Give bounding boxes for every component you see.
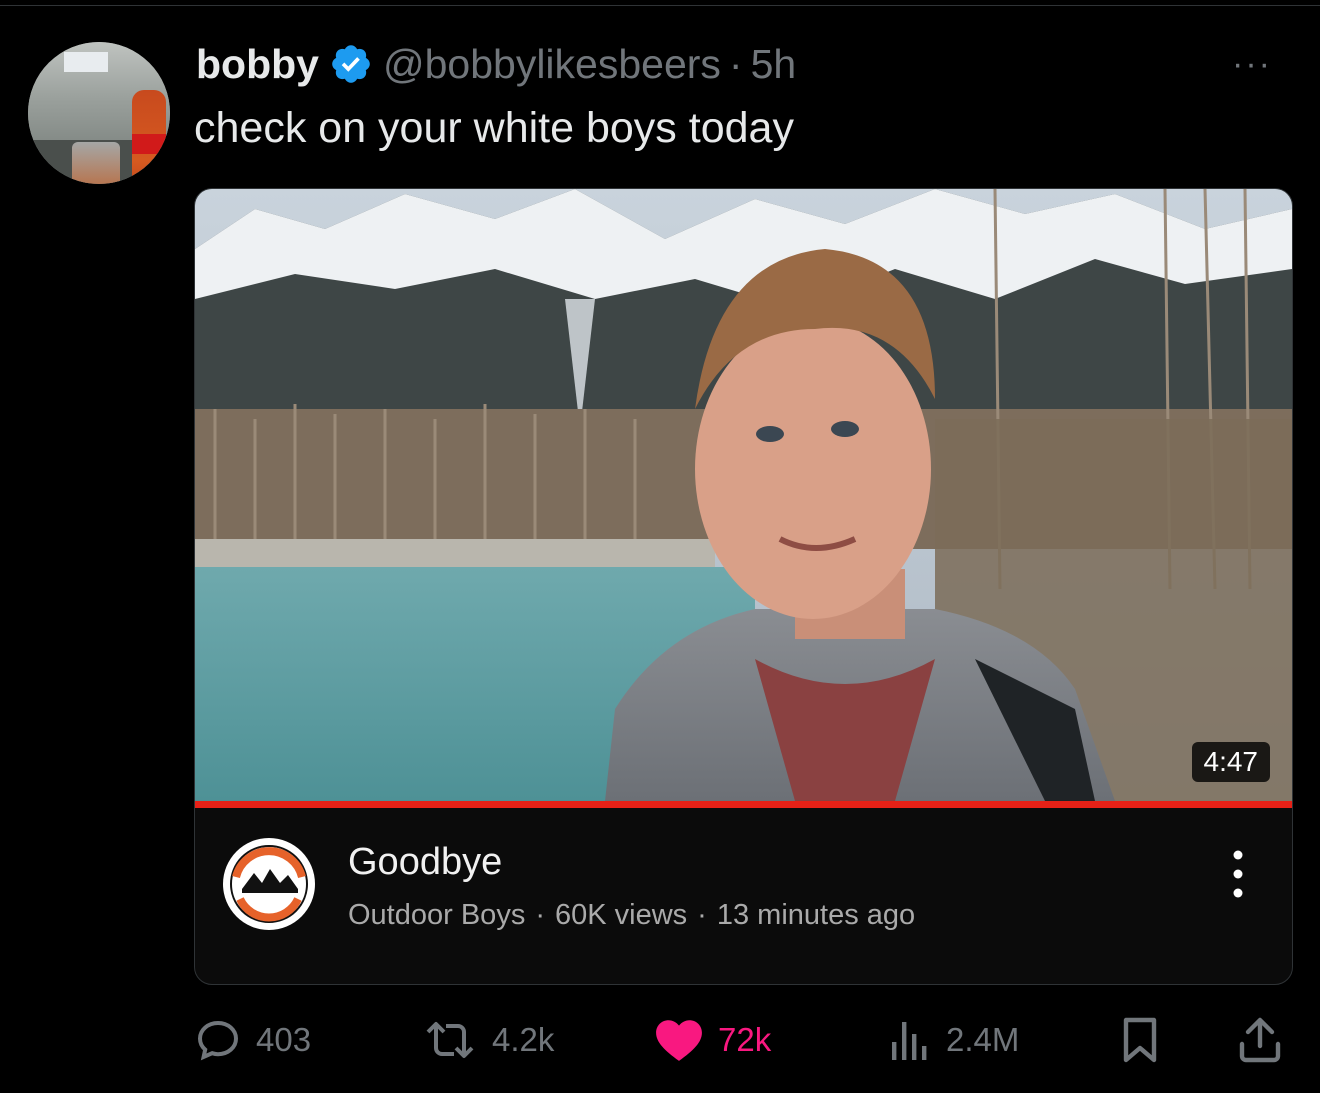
video-more-icon[interactable] <box>1232 849 1244 899</box>
avatar[interactable] <box>28 42 170 184</box>
reply-icon <box>197 1020 239 1061</box>
share-button[interactable] <box>1238 1010 1296 1070</box>
video-meta: Outdoor Boys · 60K views · 13 minutes ago <box>348 899 915 932</box>
top-divider <box>0 5 1320 6</box>
bookmark-icon <box>1123 1017 1157 1063</box>
views-icon <box>892 1022 927 1060</box>
retweet-count: 4.2k <box>492 1021 555 1058</box>
views-button[interactable]: 2.4M <box>888 1010 1019 1070</box>
share-icon <box>1239 1017 1281 1063</box>
like-count: 72k <box>718 1021 772 1058</box>
channel-logo[interactable] <box>222 837 316 931</box>
channel-name[interactable]: Outdoor Boys <box>348 899 525 931</box>
verified-badge-icon <box>332 45 370 83</box>
tweet-header: bobby @bobbylikesbeers · 5h <box>196 38 796 90</box>
video-title[interactable]: Goodbye <box>348 841 502 884</box>
like-button[interactable]: 72k <box>654 1010 771 1070</box>
tweet-actions: 403 4.2k 72k 2.4M <box>0 1010 1320 1070</box>
header-separator: · <box>728 40 743 87</box>
meta-separator: · <box>535 899 545 931</box>
bookmark-button[interactable] <box>1118 1010 1176 1070</box>
tweet-time[interactable]: 5h <box>751 41 797 88</box>
video-card[interactable]: 4:47 Goodbye Outdoor Boys · 60K views · 13 m… <box>194 188 1293 985</box>
views-count: 2.4M <box>946 1021 1020 1058</box>
retweet-button[interactable]: 4.2k <box>422 1010 554 1070</box>
video-thumbnail[interactable]: 4:47 <box>195 189 1292 801</box>
reply-button[interactable]: 403 <box>194 1010 311 1070</box>
author-handle[interactable]: @bobbylikesbeers <box>383 41 721 88</box>
meta-separator: · <box>697 899 707 931</box>
video-views: 60K views <box>555 899 688 931</box>
video-duration: 4:47 <box>1191 742 1270 782</box>
more-icon[interactable]: ··· <box>1232 47 1272 81</box>
author-name[interactable]: bobby <box>196 41 319 88</box>
tweet-text: check on your white boys today <box>194 104 794 152</box>
reply-count: 403 <box>256 1021 312 1058</box>
retweet-icon <box>426 1022 474 1058</box>
video-progress-bar <box>195 801 1292 808</box>
video-upload-time: 13 minutes ago <box>716 899 916 931</box>
thumbnail-scene <box>195 189 1292 801</box>
like-icon <box>656 1020 702 1061</box>
